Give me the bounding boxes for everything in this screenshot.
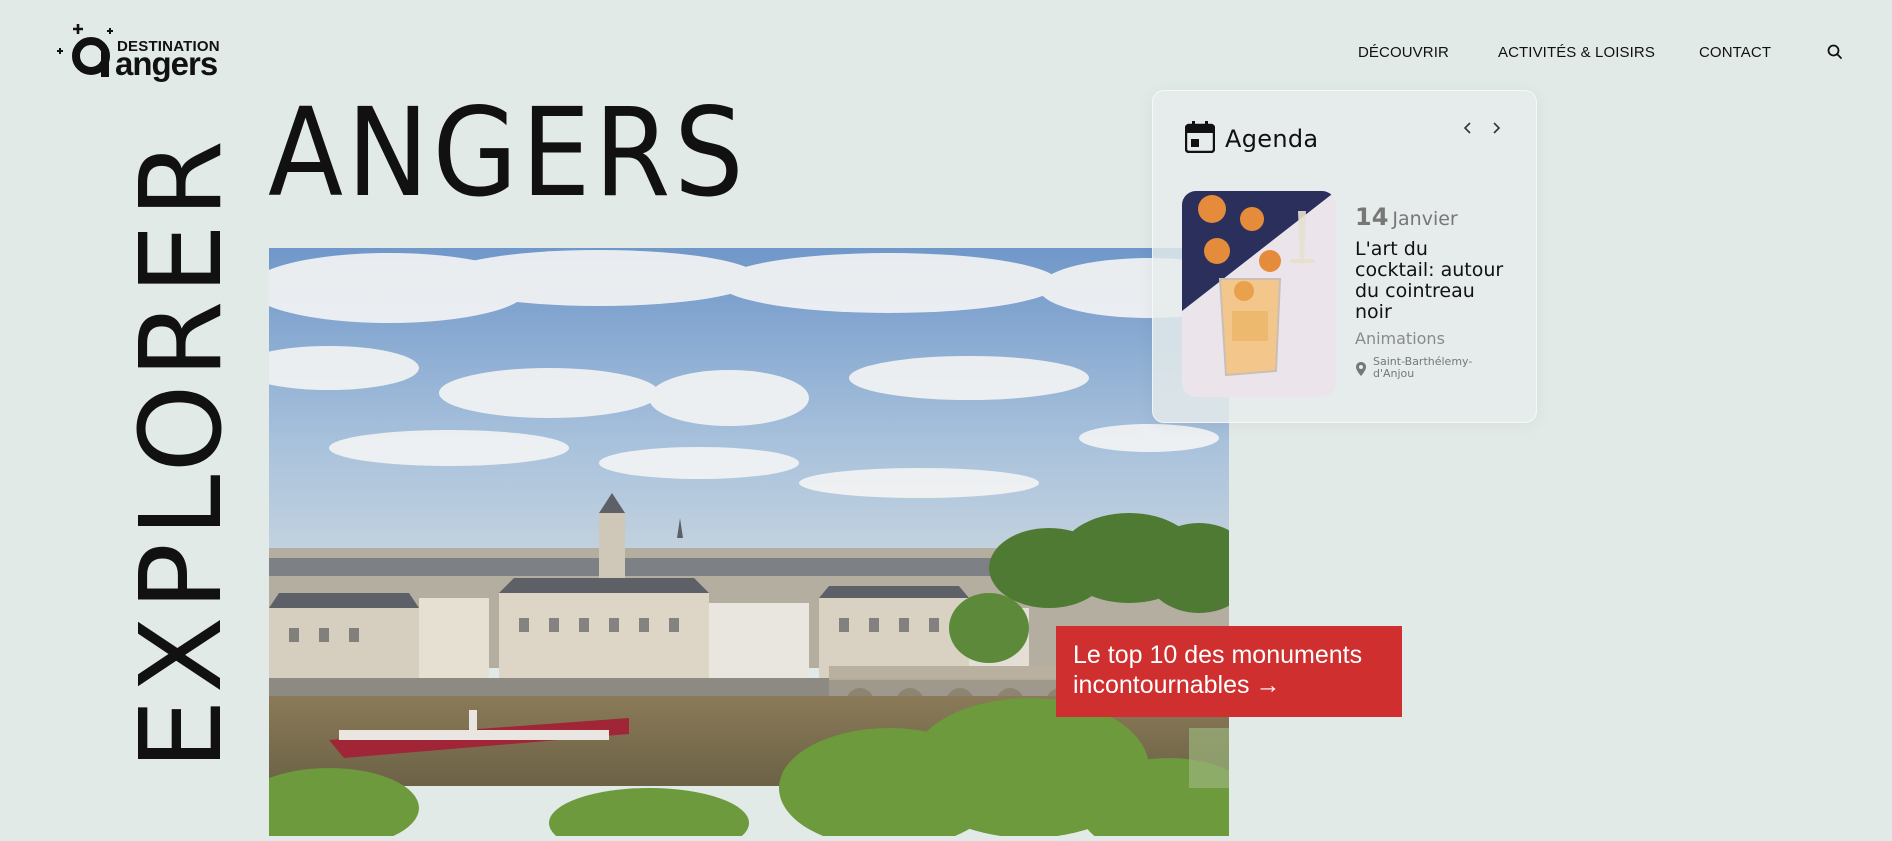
site-logo[interactable]: DESTINATION angers (56, 22, 231, 82)
hero-image (269, 248, 1229, 836)
event-location: Saint-Barthélemy-d'Anjou (1373, 355, 1473, 380)
top-monuments-cta-button[interactable]: Le top 10 des monuments incontournables → (1056, 626, 1402, 717)
arrow-right-icon: → (1255, 671, 1281, 699)
agenda-header: Agenda (1184, 121, 1318, 154)
agenda-title: Agenda (1225, 125, 1319, 153)
chevron-right-icon[interactable] (1489, 121, 1503, 135)
location-pin-icon (1355, 361, 1367, 377)
page-title: ANGERS (268, 82, 748, 224)
event-category: Animations (1355, 329, 1445, 348)
event-day: 14 (1355, 203, 1389, 231)
chevron-left-icon[interactable] (1461, 121, 1475, 135)
vertical-title: EXPLORER (117, 134, 247, 770)
nav-activites-loisirs[interactable]: ACTIVITÉS & LOISIRS (1498, 44, 1655, 61)
nav-decouvrir[interactable]: DÉCOUVRIR (1358, 44, 1449, 61)
event-title[interactable]: L'art du cocktail: autour du cointreau n… (1355, 239, 1505, 323)
logo-text-angers: angers (115, 45, 218, 82)
agenda-card: Agenda 14 Janvier L'art du cocktail: auto… (1152, 90, 1537, 423)
calendar-icon (1184, 121, 1216, 154)
event-month: Janvier (1392, 208, 1458, 230)
nav-contact[interactable]: CONTACT (1699, 44, 1771, 61)
event-date: 14 Janvier (1355, 203, 1458, 231)
search-icon[interactable] (1826, 43, 1844, 61)
event-image[interactable] (1182, 191, 1336, 397)
cta-label: Le top 10 des monuments incontournables (1073, 641, 1363, 699)
